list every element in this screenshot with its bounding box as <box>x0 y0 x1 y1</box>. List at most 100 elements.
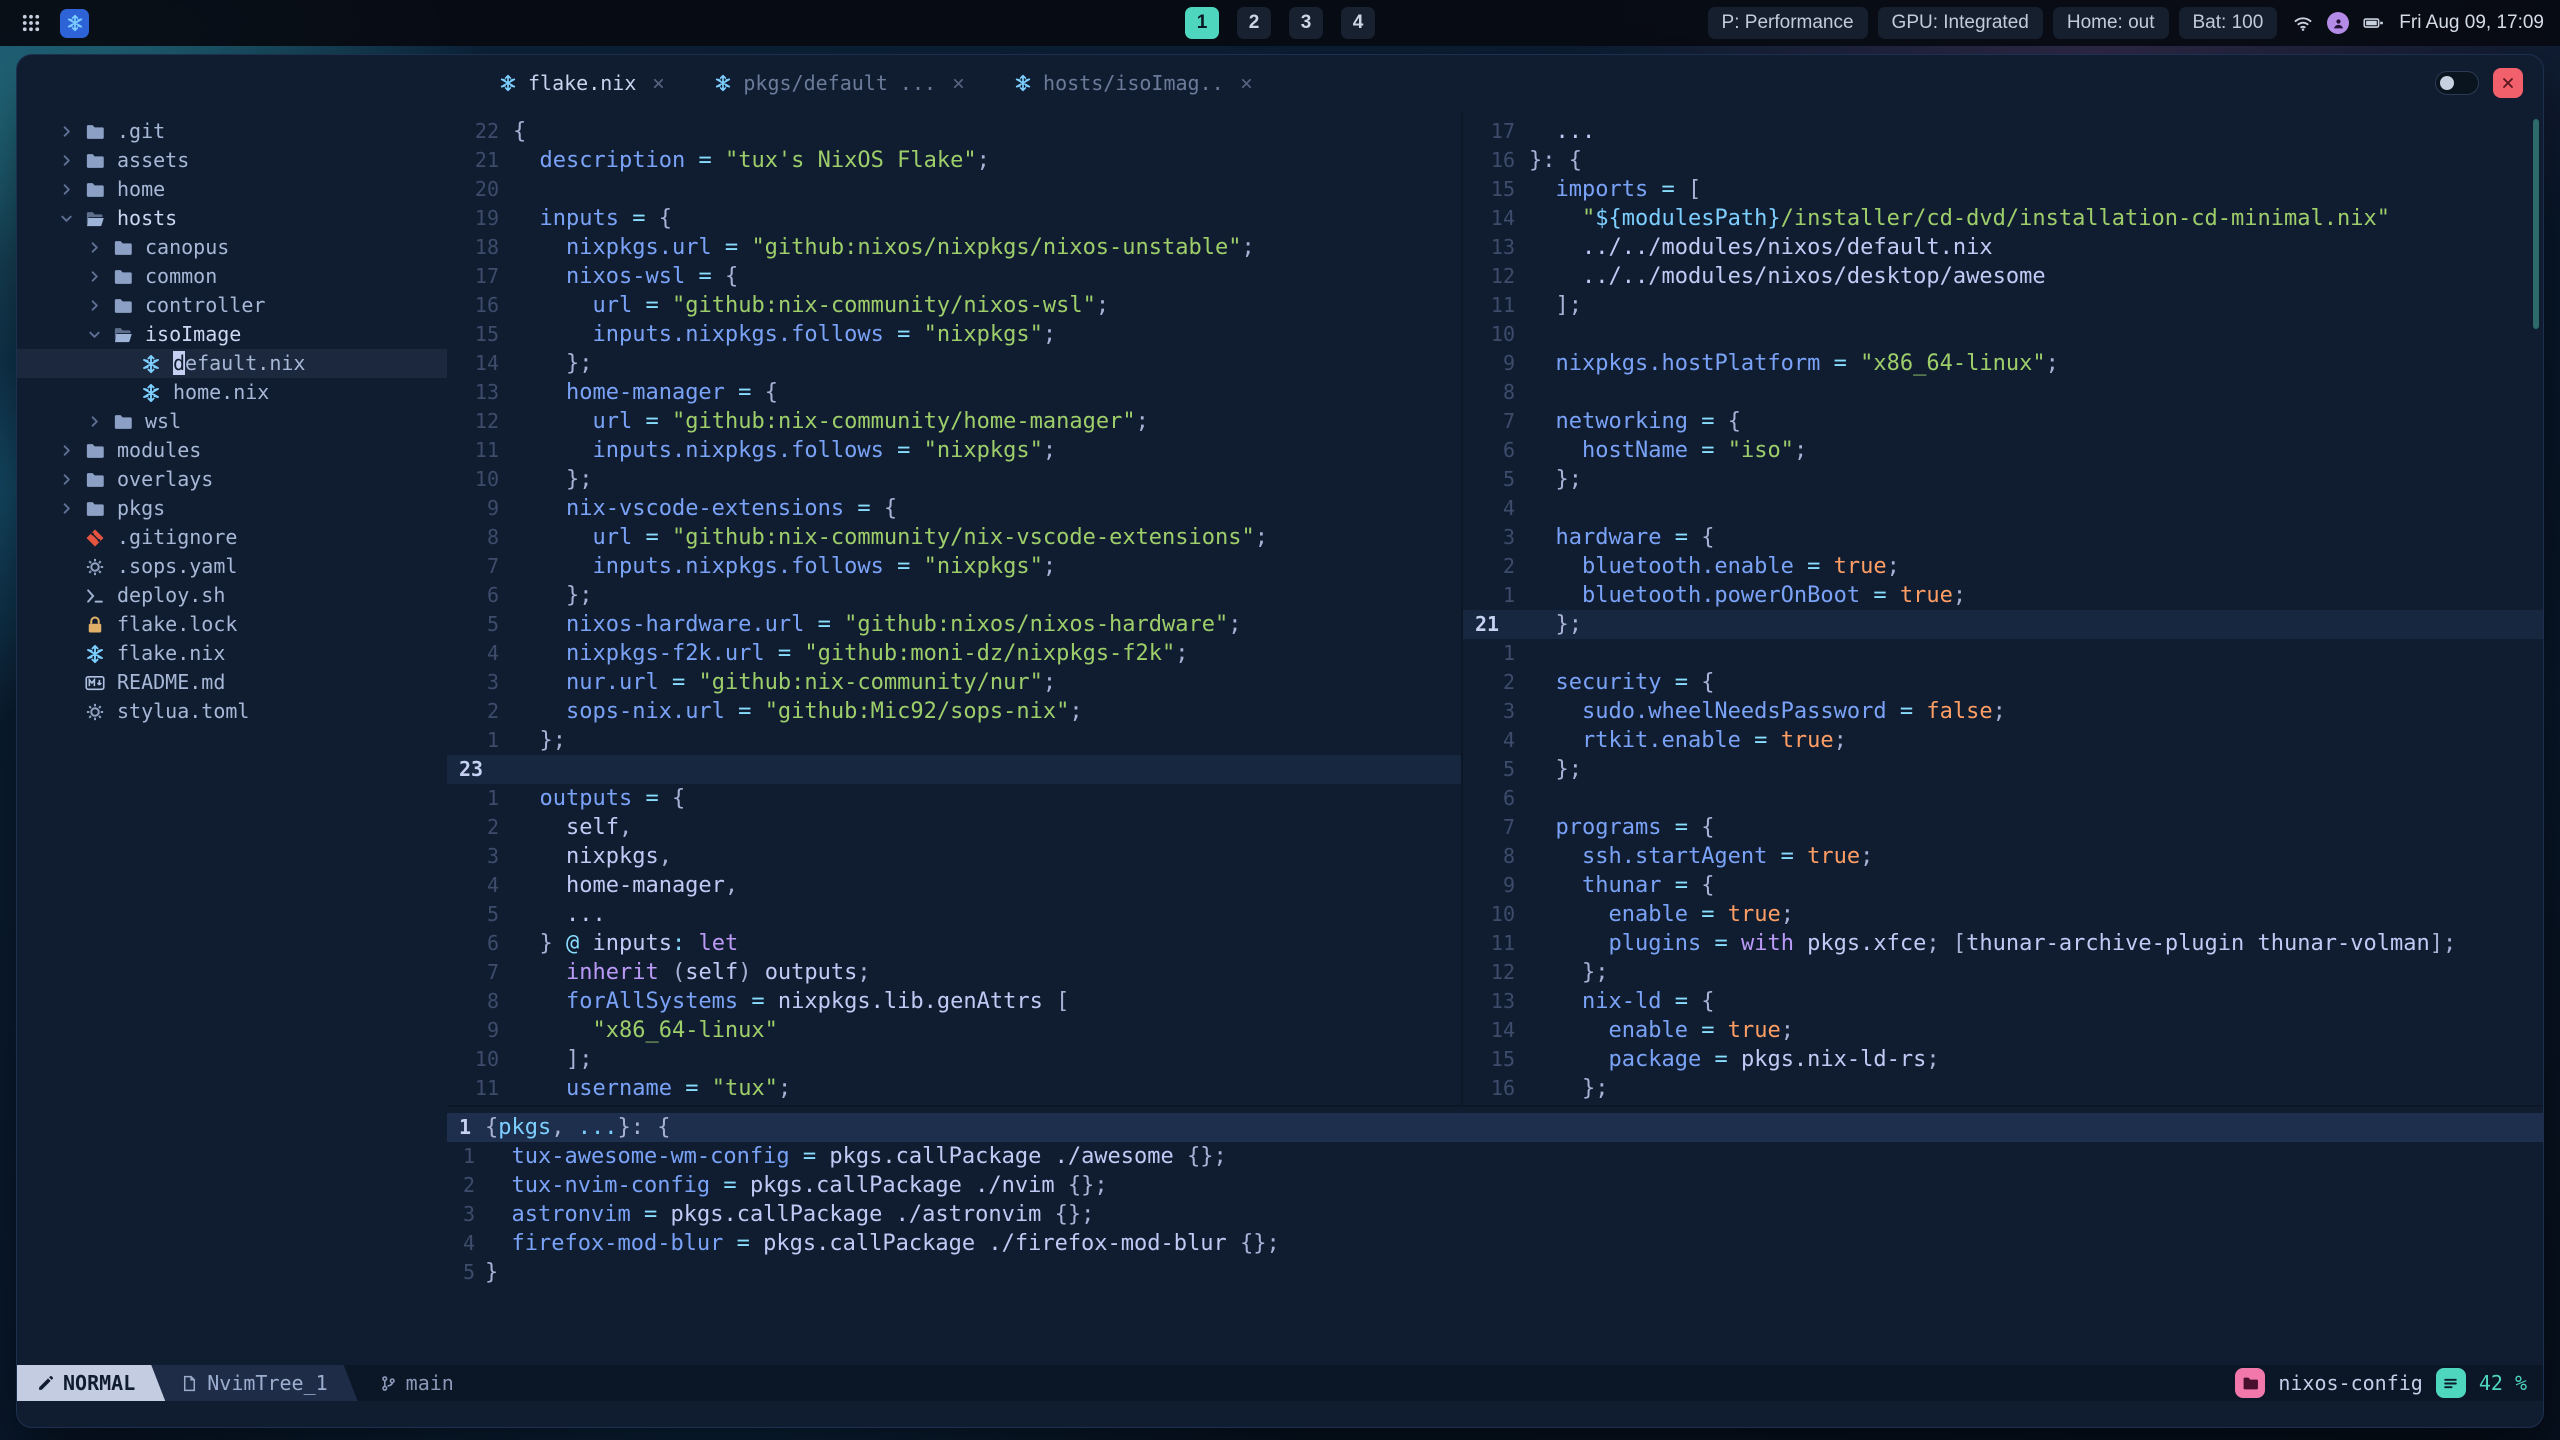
tree-item-modules[interactable]: modules <box>17 436 447 465</box>
code-line[interactable]: 14 enable = true; <box>1463 1016 2543 1045</box>
code-line[interactable]: 13 ../../modules/nixos/default.nix <box>1463 233 2543 262</box>
chevron-closed-icon[interactable] <box>59 472 85 487</box>
code-line[interactable]: 9 nix-vscode-extensions = { <box>447 494 1461 523</box>
tab-flake-nix[interactable]: flake.nix <box>475 55 690 111</box>
code-line[interactable]: 2 bluetooth.enable = true; <box>1463 552 2543 581</box>
editor-pane-iso-default-nix[interactable]: 17 ... 16}: {15 imports = [14 "${modulesP… <box>1461 111 2543 1105</box>
code-line[interactable]: 2 tux-nvim-config = pkgs.callPackage ./n… <box>447 1171 2543 1200</box>
code-line[interactable]: 15 imports = [ <box>1463 175 2543 204</box>
code-line[interactable]: 16 }; <box>1463 1074 2543 1103</box>
tree-item-canopus[interactable]: canopus <box>17 233 447 262</box>
code-line[interactable]: 7 programs = { <box>1463 813 2543 842</box>
code-line[interactable]: 16 url = "github:nix-community/nixos-wsl… <box>447 291 1461 320</box>
code-line[interactable]: 10 }; <box>447 465 1461 494</box>
tree-item-home-nix[interactable]: home.nix <box>17 378 447 407</box>
tab-close-icon[interactable] <box>1239 76 1254 91</box>
code-line[interactable]: 7 networking = { <box>1463 407 2543 436</box>
code-line[interactable]: 9 "x86_64-linux" <box>447 1016 1461 1045</box>
scrollbar[interactable] <box>2533 119 2539 329</box>
workspace-2[interactable]: 2 <box>1237 7 1271 39</box>
tree-item-wsl[interactable]: wsl <box>17 407 447 436</box>
code-line[interactable]: 14 "${modulesPath}/installer/cd-dvd/inst… <box>1463 204 2543 233</box>
workspace-4[interactable]: 4 <box>1341 7 1375 39</box>
chevron-closed-icon[interactable] <box>59 124 85 139</box>
workspace-1[interactable]: 1 <box>1185 7 1219 39</box>
code-line[interactable]: 8 ssh.startAgent = true; <box>1463 842 2543 871</box>
tree-item-assets[interactable]: assets <box>17 146 447 175</box>
code-line[interactable]: 11 username = "tux"; <box>447 1074 1461 1103</box>
code-line[interactable]: 4 rtkit.enable = true; <box>1463 726 2543 755</box>
battery-icon[interactable] <box>2363 13 2384 33</box>
tree-item-home[interactable]: home <box>17 175 447 204</box>
code-line[interactable]: 4 nixpkgs-f2k.url = "github:moni-dz/nixp… <box>447 639 1461 668</box>
code-line[interactable]: 9 nixpkgs.hostPlatform = "x86_64-linux"; <box>1463 349 2543 378</box>
code-line[interactable]: 5 }; <box>1463 465 2543 494</box>
code-line[interactable]: 1 tux-awesome-wm-config = pkgs.callPacka… <box>447 1142 2543 1171</box>
chevron-open-icon[interactable] <box>59 211 85 226</box>
code-line[interactable]: 17 ... <box>1463 117 2543 146</box>
code-line[interactable]: 1 {pkgs, ...}: { <box>447 1113 2543 1142</box>
code-line[interactable]: 3 hardware = { <box>1463 523 2543 552</box>
wifi-icon[interactable] <box>2293 13 2313 33</box>
code-line[interactable]: 7 inputs.nixpkgs.follows = "nixpkgs"; <box>447 552 1461 581</box>
code-line[interactable]: 3 nur.url = "github:nix-community/nur"; <box>447 668 1461 697</box>
tree-item-sops-yaml[interactable]: .sops.yaml <box>17 552 447 581</box>
code-line[interactable]: 21 description = "tux's NixOS Flake"; <box>447 146 1461 175</box>
code-line[interactable]: 21 }; <box>1463 610 2543 639</box>
tree-item-isoimage[interactable]: isoImage <box>17 320 447 349</box>
code-line[interactable]: 19 inputs = { <box>447 204 1461 233</box>
chevron-closed-icon[interactable] <box>59 443 85 458</box>
chevron-closed-icon[interactable] <box>87 240 113 255</box>
code-line[interactable]: 11 plugins = with pkgs.xfce; [thunar-arc… <box>1463 929 2543 958</box>
chevron-closed-icon[interactable] <box>87 298 113 313</box>
code-line[interactable]: 2 security = { <box>1463 668 2543 697</box>
window-close-button[interactable] <box>2493 68 2523 98</box>
tree-item-deploy-sh[interactable]: deploy.sh <box>17 581 447 610</box>
workspace-3[interactable]: 3 <box>1289 7 1323 39</box>
code-line[interactable]: 8 <box>1463 378 2543 407</box>
nix-launcher-button[interactable] <box>60 8 89 38</box>
chevron-closed-icon[interactable] <box>87 269 113 284</box>
code-line[interactable]: 3 astronvim = pkgs.callPackage ./astronv… <box>447 1200 2543 1229</box>
tree-item-stylua-toml[interactable]: stylua.toml <box>17 697 447 726</box>
tab-close-icon[interactable] <box>951 76 966 91</box>
code-line[interactable]: 8 url = "github:nix-community/nix-vscode… <box>447 523 1461 552</box>
code-line[interactable]: 6 } @ inputs: let <box>447 929 1461 958</box>
tree-item-default-nix[interactable]: default.nix <box>17 349 447 378</box>
code-line[interactable]: 5 nixos-hardware.url = "github:nixos/nix… <box>447 610 1461 639</box>
tree-item-flake-nix[interactable]: flake.nix <box>17 639 447 668</box>
editor-pane-pkgs-default-nix[interactable]: 1 {pkgs, ...}: {1 tux-awesome-wm-config =… <box>447 1105 2543 1365</box>
code-line[interactable]: 3 nixpkgs, <box>447 842 1461 871</box>
code-line[interactable]: 6 hostName = "iso"; <box>1463 436 2543 465</box>
chevron-closed-icon[interactable] <box>59 182 85 197</box>
code-line[interactable]: 17 nixos-wsl = { <box>447 262 1461 291</box>
code-line[interactable]: 4 firefox-mod-blur = pkgs.callPackage ./… <box>447 1229 2543 1258</box>
tree-item-pkgs[interactable]: pkgs <box>17 494 447 523</box>
tree-item-controller[interactable]: controller <box>17 291 447 320</box>
code-line[interactable]: 4 home-manager, <box>447 871 1461 900</box>
code-line[interactable]: 15 inputs.nixpkgs.follows = "nixpkgs"; <box>447 320 1461 349</box>
editor-pane-flake-nix[interactable]: 22{21 description = "tux's NixOS Flake";… <box>447 111 1461 1105</box>
code-line[interactable]: 10 ]; <box>447 1045 1461 1074</box>
code-line[interactable]: 18 nixpkgs.url = "github:nixos/nixpkgs/n… <box>447 233 1461 262</box>
code-line[interactable]: 11 inputs.nixpkgs.follows = "nixpkgs"; <box>447 436 1461 465</box>
tree-item-gitignore[interactable]: .gitignore <box>17 523 447 552</box>
code-line[interactable]: 15 package = pkgs.nix-ld-rs; <box>1463 1045 2543 1074</box>
code-line[interactable]: 9 thunar = { <box>1463 871 2543 900</box>
code-line[interactable]: 1 }; <box>447 726 1461 755</box>
code-line[interactable]: 16}: { <box>1463 146 2543 175</box>
code-line[interactable]: 10 <box>1463 320 2543 349</box>
code-line[interactable]: 13 home-manager = { <box>447 378 1461 407</box>
code-line[interactable]: 4 <box>1463 494 2543 523</box>
code-line[interactable]: 12 url = "github:nix-community/home-mana… <box>447 407 1461 436</box>
code-line[interactable]: 11 ]; <box>1463 291 2543 320</box>
code-line[interactable]: 22 { <box>447 117 1461 146</box>
user-icon[interactable] <box>2327 12 2350 34</box>
code-line[interactable]: 12 ../../modules/nixos/desktop/awesome <box>1463 262 2543 291</box>
code-line[interactable]: 1 outputs = { <box>447 784 1461 813</box>
code-line[interactable]: 12 }; <box>1463 958 2543 987</box>
tree-item-common[interactable]: common <box>17 262 447 291</box>
tab-pkgs-default[interactable]: pkgs/default ... <box>690 55 990 111</box>
grid-launcher-button[interactable] <box>16 8 46 38</box>
code-line[interactable]: 6 <box>1463 784 2543 813</box>
